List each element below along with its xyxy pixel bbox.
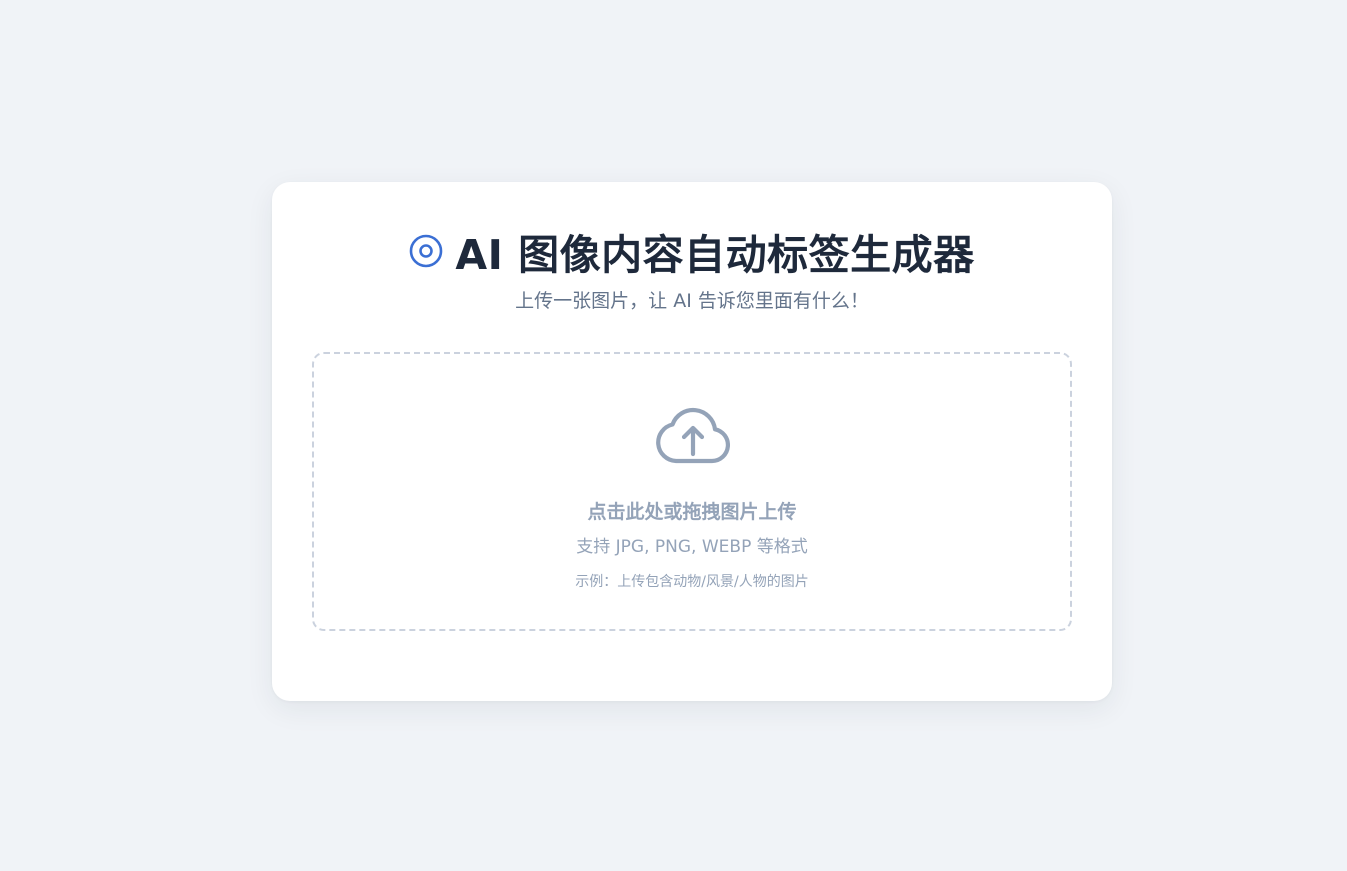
header: AI 图像内容自动标签生成器 上传一张图片，让 AI 告诉您里面有什么！	[272, 222, 1112, 313]
upload-instruction: 点击此处或拖拽图片上传	[587, 501, 797, 523]
cloud-upload-icon	[656, 406, 731, 466]
main-card: AI 图像内容自动标签生成器 上传一张图片，让 AI 告诉您里面有什么！ 点击此…	[272, 182, 1112, 701]
page-subtitle: 上传一张图片，让 AI 告诉您里面有什么！	[515, 290, 869, 312]
title-row: AI 图像内容自动标签生成器	[272, 222, 1112, 280]
target-icon	[409, 234, 443, 268]
image-upload-dropzone[interactable]: 点击此处或拖拽图片上传 支持 JPG, PNG, WEBP 等格式 示例：上传包…	[312, 352, 1072, 631]
upload-example-hint: 示例：上传包含动物/风景/人物的图片	[575, 574, 809, 590]
page-title: AI 图像内容自动标签生成器	[455, 231, 975, 279]
supported-formats: 支持 JPG, PNG, WEBP 等格式	[576, 537, 808, 557]
